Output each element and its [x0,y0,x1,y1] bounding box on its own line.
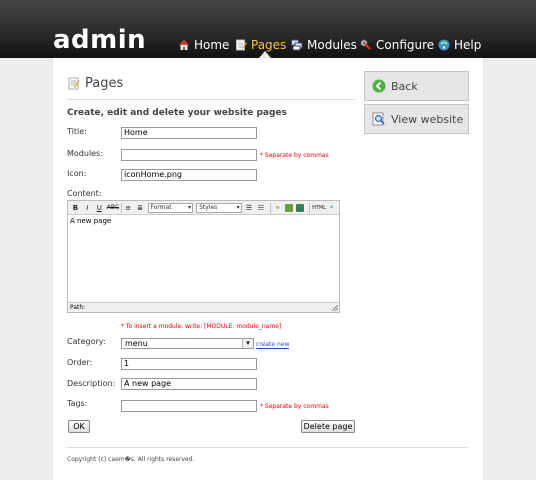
nav-home-label: Home [194,38,230,52]
nav-help-label: Help [454,38,482,52]
view-website-button[interactable]: View website [364,104,469,134]
editor-path-bar: Path: [68,302,339,312]
title-field[interactable]: Home [121,127,257,139]
title-divider [67,99,355,100]
underline-button[interactable]: U [95,204,104,212]
create-category-link[interactable]: create new [256,341,290,349]
format-select[interactable]: Format [147,202,194,213]
nav-configure[interactable]: Configure [360,38,434,52]
chevron-down-icon: ▾ [242,339,253,348]
order-label: Order: [67,358,93,367]
nav-help[interactable]: Help [438,38,481,52]
top-header: admin Home Pages Modules Configure Help [0,0,536,58]
order-field[interactable]: 1 [121,358,257,370]
view-website-label: View website [391,112,464,126]
nav-configure-label: Configure [376,38,435,52]
active-nav-pointer [259,51,271,58]
align-left-icon[interactable]: ≡ [124,204,133,212]
tags-note: * Separate by commas [260,403,329,410]
nav-home[interactable]: Home [178,38,229,52]
pages-icon [235,39,247,51]
magnifier-icon [372,112,386,126]
modules-note: * Separate by commas [260,152,329,159]
bold-button[interactable]: B [71,204,80,212]
category-label: Category: [67,337,106,346]
content-label: Content: [67,189,102,198]
back-button-label: Back [391,79,418,93]
icon-label: Icon: [67,169,87,178]
footer-copyright: Copyright (c) caem�s. All rights reserve… [67,456,195,463]
module-insert-hint: * To insert a module, write: [MODULE: mo… [121,323,282,330]
page-subtitle: Create, edit and delete your website pag… [67,108,287,118]
pages-icon [68,77,80,90]
link-icon[interactable]: ⚭ [273,204,282,212]
html-source-button[interactable]: HTML [312,205,326,211]
footer-divider [67,447,468,448]
toolbar-separator [309,202,311,213]
align-justify-icon[interactable]: ≣ [136,204,145,212]
nav-pages[interactable]: Pages [235,38,286,52]
icon-field[interactable]: iconHome.png [121,169,257,181]
page-title-text: Pages [85,76,124,91]
content-editor[interactable]: B I U ABC ≡ ≣ Format Styles ☰ ☷ ⚭ HTML ⌕… [67,200,340,313]
page-title: Pages [68,76,123,91]
delete-page-button[interactable]: Delete page [301,420,355,433]
category-select[interactable]: menu ▾ [121,338,254,349]
tags-label: Tags: [67,399,88,408]
home-icon [178,39,190,51]
configure-icon [360,39,372,51]
bullet-list-icon[interactable]: ☰ [245,204,254,212]
styles-select[interactable]: Styles [196,202,242,213]
editor-body-text[interactable]: A new page [70,217,111,225]
nav-modules[interactable]: Modules [291,38,357,52]
toolbar-separator [270,202,272,213]
image-icon[interactable] [285,203,294,212]
strikethrough-button[interactable]: ABC [107,204,119,211]
modules-field[interactable] [121,149,257,161]
tags-field[interactable] [121,400,257,412]
nav-pages-label: Pages [251,38,287,52]
description-field[interactable]: A new page [121,378,257,390]
ok-button[interactable]: OK [68,420,90,433]
find-replace-icon[interactable]: ⌕ [327,203,336,212]
modules-icon [291,39,303,51]
editor-resize-grip[interactable] [332,305,338,311]
toolbar-separator [120,202,122,213]
italic-button[interactable]: I [83,204,92,212]
site-logo: admin [53,25,147,55]
editor-toolbar: B I U ABC ≡ ≣ Format Styles ☰ ☷ ⚭ HTML ⌕ [68,201,339,215]
description-label: Description: [67,379,116,388]
media-icon[interactable] [296,203,305,212]
nav-modules-label: Modules [307,38,357,52]
numbered-list-icon[interactable]: ☷ [257,204,266,212]
back-arrow-icon [372,79,386,93]
modules-label: Modules: [67,149,103,158]
back-button[interactable]: Back [364,71,469,101]
title-label: Title: [67,127,87,136]
category-select-value: menu [125,339,148,348]
help-icon [438,39,450,51]
